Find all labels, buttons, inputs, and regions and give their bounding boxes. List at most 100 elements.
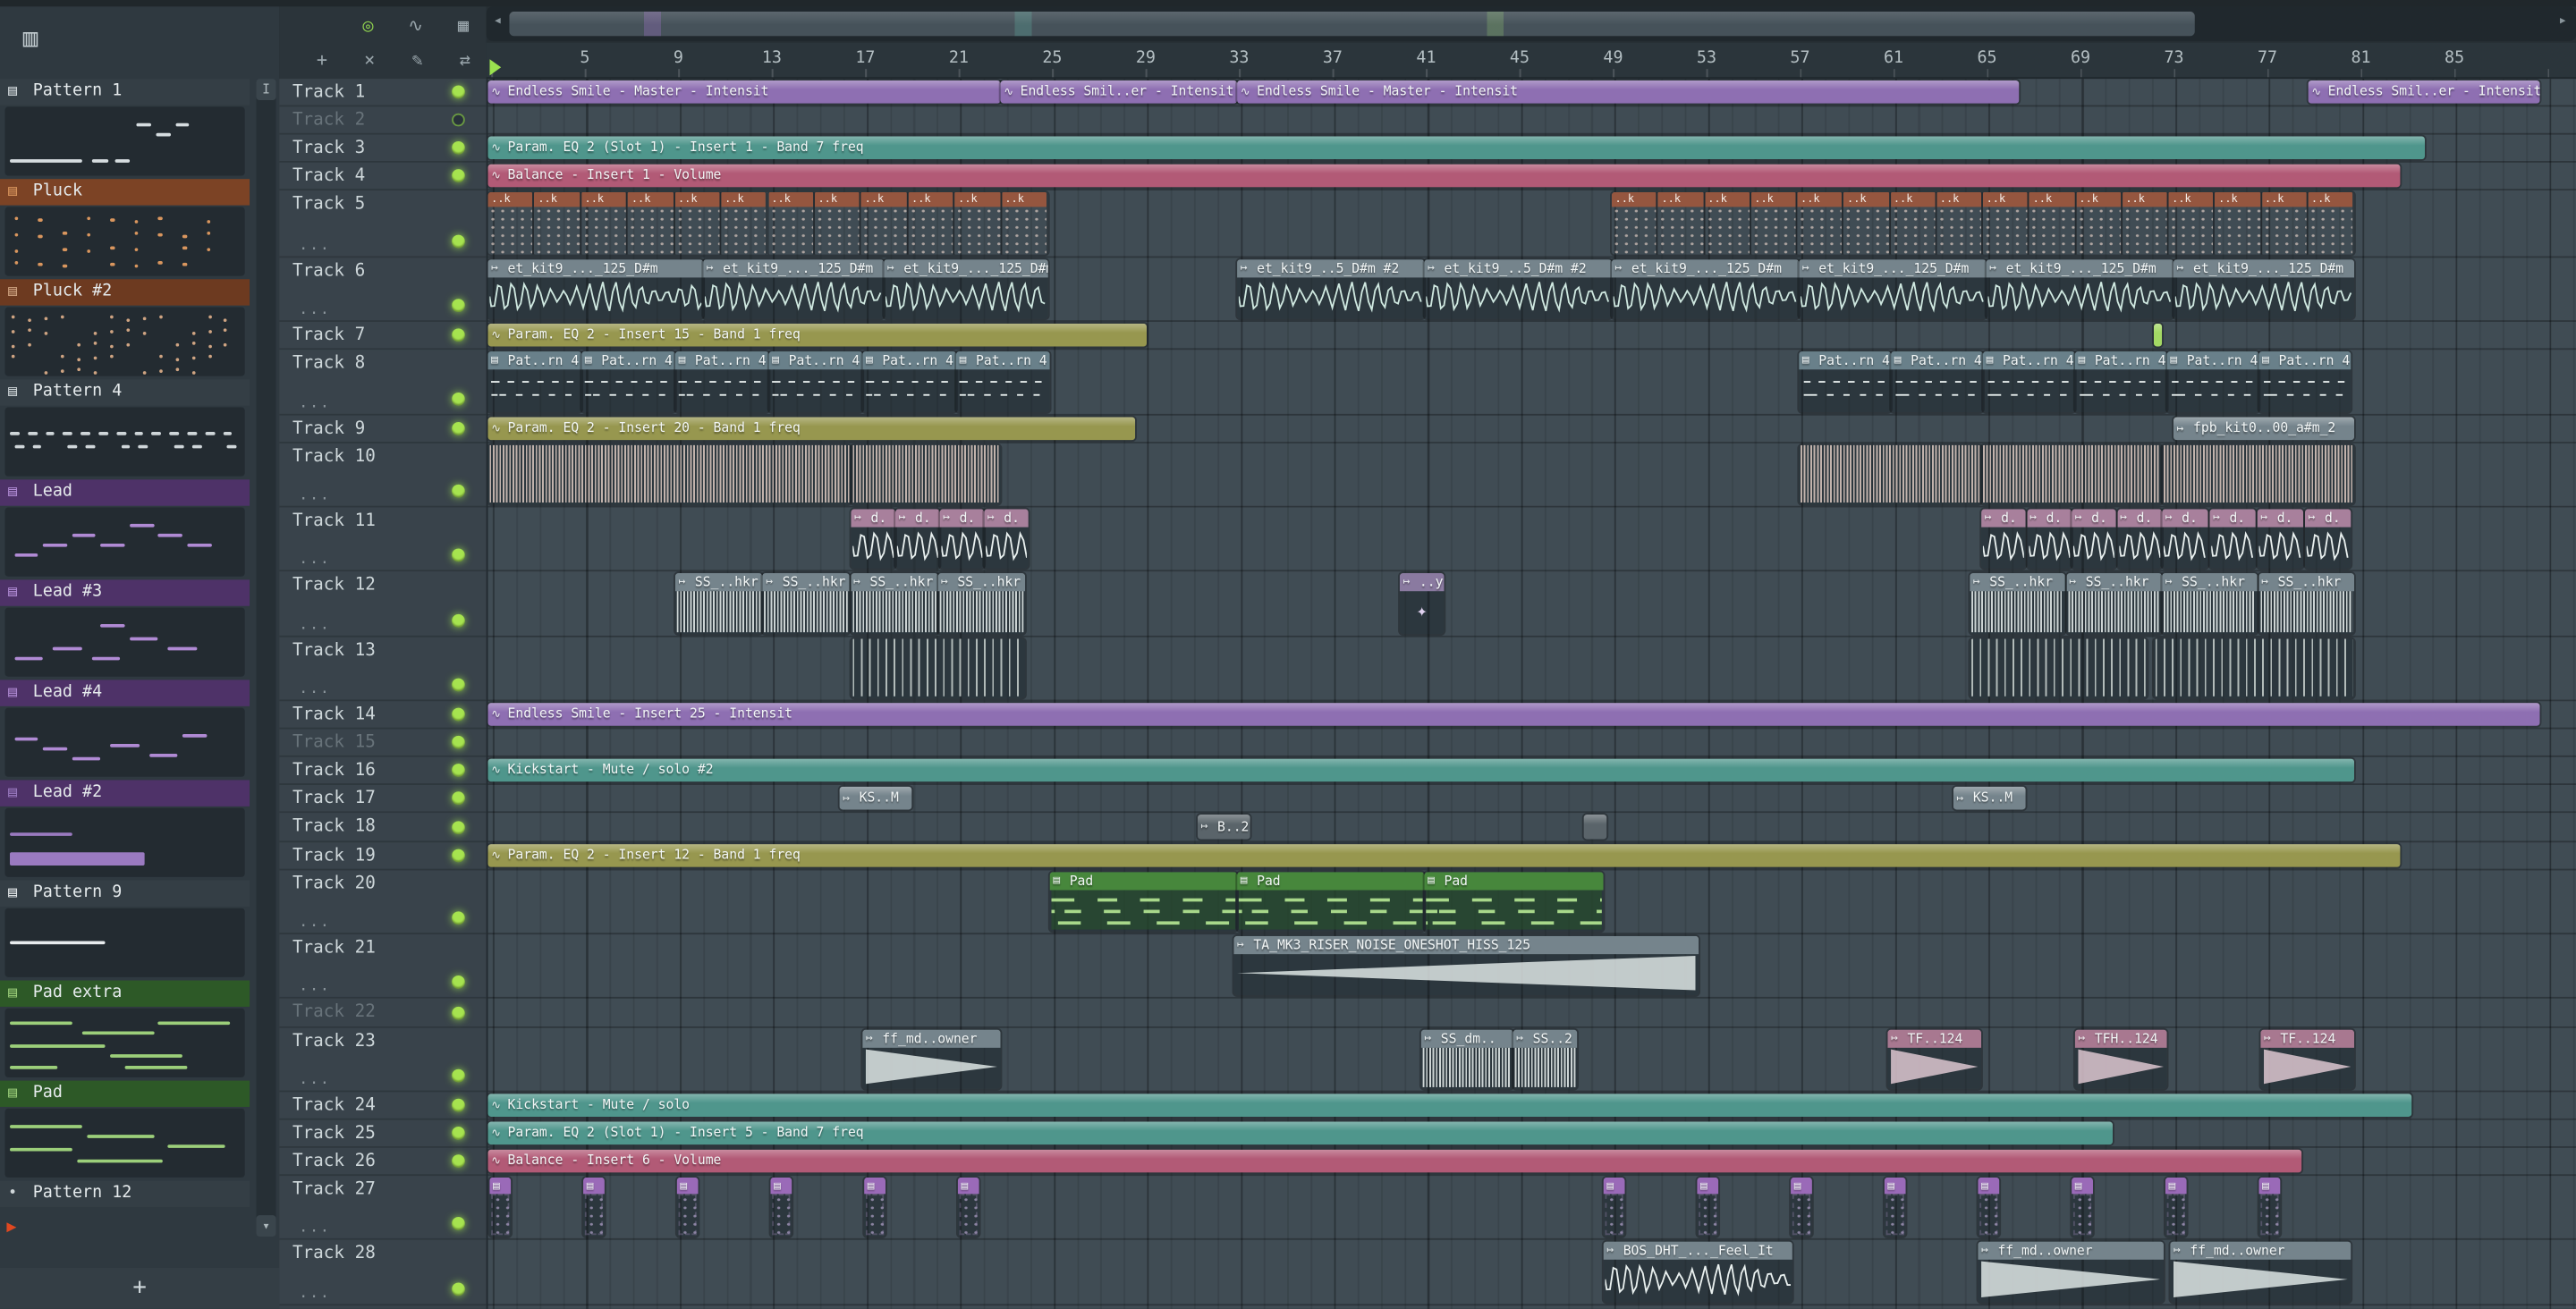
audio-clip[interactable]: ..k (2308, 191, 2353, 255)
pattern-clip[interactable]: ▤ Pat..rn 4 (581, 351, 675, 413)
audio-clip[interactable]: ..k (1657, 191, 1703, 255)
track-mute-led[interactable] (452, 735, 465, 749)
track-name[interactable]: Track 26 (292, 1152, 376, 1171)
pattern-clip[interactable]: ▤ Pat..rn 4 (487, 351, 582, 413)
pattern-clip-mini[interactable]: ▤ (2072, 1177, 2093, 1237)
scrollbar-handle[interactable] (509, 11, 2195, 37)
track-name[interactable]: Track 9 (292, 418, 365, 438)
audio-clip[interactable]: ↦ SS..2 (1513, 1029, 1578, 1089)
pattern-clip[interactable]: ▤ Pat..rn 4 (674, 351, 769, 413)
audio-clip[interactable]: ↦ SS_..hkr (2162, 573, 2258, 634)
track-name[interactable]: Track 6 (292, 261, 365, 281)
pattern-clip[interactable]: ▤ Pad (1424, 872, 1604, 932)
automation-clip[interactable]: ∿ Endless Smile - Master - Intensit (487, 80, 1001, 104)
pattern-clip-mini[interactable]: ▤ (1978, 1177, 2000, 1237)
track-header[interactable]: Track 4 (279, 162, 487, 191)
track-name[interactable]: Track 11 (292, 511, 376, 530)
playlist-track-lane[interactable]: ∿ Endless Smile - Insert 25 - Intensit (487, 701, 2576, 730)
audio-clip[interactable]: ↦ d. (984, 509, 1029, 569)
track-name[interactable]: Track 3 (292, 138, 365, 157)
audio-clip[interactable]: ..k (674, 191, 720, 255)
track-header[interactable]: Track 13... (279, 637, 487, 702)
track-name[interactable]: Track 28 (292, 1243, 376, 1263)
track-mute-led[interactable] (452, 911, 465, 925)
track-mute-led[interactable] (452, 1098, 465, 1112)
pattern-clip-mini[interactable]: ▤ (1603, 1177, 1625, 1237)
playlist-track-lane[interactable] (487, 443, 2576, 508)
track-header[interactable]: Track 9 (279, 415, 487, 443)
audio-clip[interactable]: ↦ ff_md..owner (862, 1029, 1001, 1089)
automation-clip[interactable]: ∿ Balance - Insert 1 - Volume (487, 164, 2401, 188)
audio-clip[interactable]: ..k (1001, 191, 1046, 255)
picker-scroll-down-button[interactable]: ▾ (256, 1215, 276, 1237)
track-header[interactable]: Track 18 (279, 813, 487, 843)
audio-clip[interactable]: ..k (1982, 191, 2029, 255)
audio-clip[interactable]: ↦ SS_..hkr (2258, 573, 2354, 634)
track-mute-led[interactable] (452, 548, 465, 562)
pattern-item[interactable]: • Pattern 12 (0, 1180, 250, 1207)
playlist-track-lane[interactable]: ↦ BOS_DHT_..._Feel_It ↦ ff_md..owner ↦ ff_md.… (487, 1240, 2576, 1306)
audio-clip[interactable]: ↦ TF..124 (2260, 1029, 2355, 1089)
scroll-right-button[interactable]: ▸ (2553, 13, 2572, 30)
pattern-clip-mini[interactable]: ▤ (2165, 1177, 2187, 1237)
toolbar-cut-icon[interactable]: × (353, 49, 386, 71)
toolbar-slide-icon[interactable]: ∿ (399, 15, 432, 37)
pattern-item[interactable]: ▤ Lead #2 (0, 780, 250, 807)
audio-clip[interactable] (2162, 444, 2355, 504)
audio-clip[interactable]: ..k (628, 191, 674, 255)
audio-clip[interactable]: ..k (767, 191, 813, 255)
track-header[interactable]: Track 26 (279, 1147, 487, 1177)
track-mute-led[interactable] (452, 849, 465, 863)
playlist-track-lane[interactable]: ∿ Kickstart - Mute / solo #2 (487, 757, 2576, 785)
track-name[interactable]: Track 16 (292, 760, 376, 780)
audio-clip[interactable]: ..k (1750, 191, 1796, 255)
audio-clip[interactable]: ..k (487, 191, 533, 255)
automation-clip[interactable]: ∿ Balance - Insert 6 - Volume (487, 1149, 2302, 1173)
track-header[interactable]: Track 11... (279, 507, 487, 572)
track-header[interactable]: Track 28... (279, 1239, 487, 1306)
audio-clip[interactable]: ↦ et_kit9_..._125_D#m (1799, 259, 1987, 319)
automation-clip[interactable]: ∿ Endless Smile - Insert 25 - Intensit (487, 703, 2540, 726)
audio-clip[interactable]: ↦ d. (2162, 509, 2208, 569)
audio-clip[interactable]: ↦ d. (2304, 509, 2351, 569)
audio-clip[interactable]: ..k (1843, 191, 1889, 255)
pattern-clip-mini[interactable]: ▤ (1791, 1177, 1812, 1237)
audio-clip[interactable]: ↦ et_kit9_..._125_D#m (1611, 259, 1800, 319)
playlist-track-lane[interactable]: ∿ Endless Smile - Master - Intensit ∿ Endle… (487, 79, 2576, 107)
playlist-track-lane[interactable]: ∿ Balance - Insert 6 - Volume (487, 1148, 2576, 1177)
playhead-start-marker[interactable] (489, 59, 502, 76)
audio-clip[interactable]: ↦ d. (2026, 509, 2072, 569)
pattern-item[interactable]: ▤ Pattern 4 (0, 379, 250, 406)
track-header[interactable]: Track 7 (279, 321, 487, 350)
audio-clip[interactable]: ↦ et_kit9_..._125_D#m (703, 259, 885, 319)
automation-clip[interactable]: ∿ Param. EQ 2 - Insert 12 - Band 1 freq (487, 844, 2401, 867)
playlist-track-lane[interactable]: ∿ Kickstart - Mute / solo (487, 1092, 2576, 1120)
audio-clip[interactable]: ..k (1611, 191, 1657, 255)
pattern-preview[interactable] (4, 507, 245, 577)
pattern-item[interactable]: ▤ Pattern 1 (0, 79, 250, 106)
track-mute-led[interactable] (452, 975, 465, 989)
track-header[interactable]: Track 12... (279, 571, 487, 638)
playlist-grid[interactable]: ∿ Endless Smile - Master - Intensit ∿ Endle… (486, 79, 2576, 1309)
picker-view-icon[interactable]: ▥ (23, 23, 38, 53)
toolbar-add-icon[interactable]: + (306, 49, 339, 71)
playlist-track-lane[interactable]: ▤ Pat..rn 4 ▤ Pat..rn 4 ▤ Pat..rn 4 ▤ Pat..rn 4… (487, 350, 2576, 416)
track-header[interactable]: Track 3 (279, 134, 487, 163)
audio-clip[interactable]: ↦ d. (2257, 509, 2304, 569)
track-header[interactable]: Track 25 (279, 1119, 487, 1148)
track-name[interactable]: Track 8 (292, 353, 365, 373)
playlist-track-lane[interactable]: ▤ Pad ▤ Pad ▤ Pad (487, 870, 2576, 935)
track-name[interactable]: Track 20 (292, 874, 376, 893)
audio-clip[interactable] (487, 444, 852, 504)
track-mute-led[interactable] (452, 1282, 465, 1296)
audio-clip[interactable]: ↦ TF..124 (1887, 1029, 1982, 1089)
audio-clip[interactable]: ↦ B..2 (1197, 815, 1250, 840)
playlist-track-lane[interactable]: ↦ B..2 (487, 813, 2576, 843)
audio-clip[interactable]: ↦ KS..M (839, 786, 912, 810)
pattern-clip[interactable]: ▤ Pat..rn 4 (1799, 351, 1892, 413)
toolbar-stretch-icon[interactable]: ⇄ (448, 49, 481, 71)
track-name[interactable]: Track 18 (292, 816, 376, 836)
audio-clip[interactable]: ↦ ff_md..owner (1978, 1241, 2164, 1303)
audio-clip[interactable]: ..k (2215, 191, 2260, 255)
playlist-track-lane[interactable]: ↦ d. ↦ d. ↦ d. ↦ d. ↦ d. ↦ d. ↦ d. ↦ d. ↦ d. ↦ d. ↦ d. ↦ d. (487, 508, 2576, 572)
